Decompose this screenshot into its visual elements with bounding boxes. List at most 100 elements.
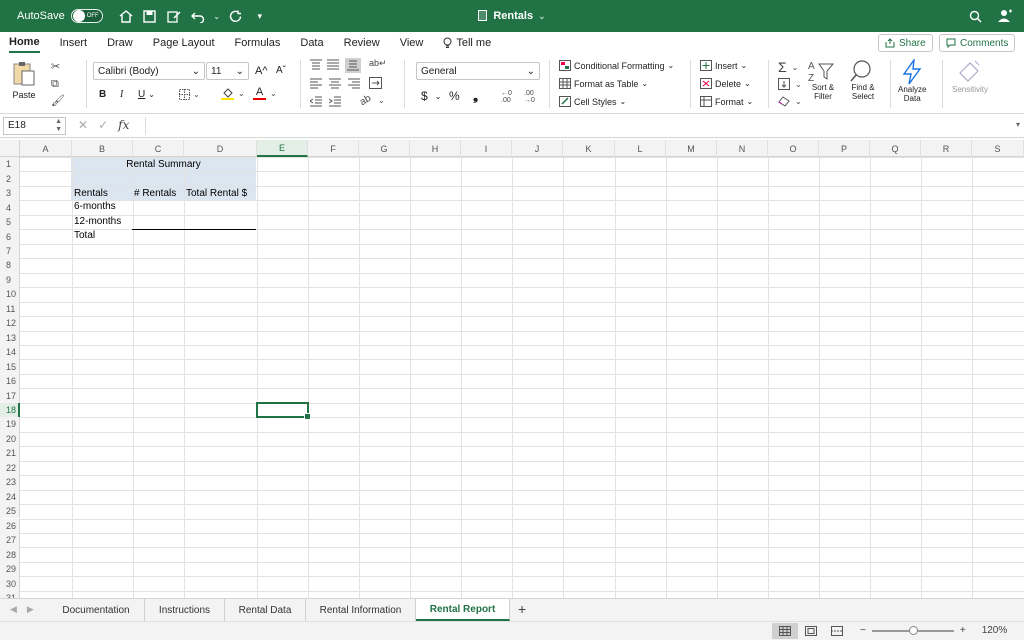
underline-button[interactable]: U ⌄	[138, 89, 155, 100]
row-header-25[interactable]: 25	[0, 504, 20, 519]
align-middle-icon[interactable]	[327, 59, 339, 70]
row-header-30[interactable]: 30	[0, 576, 20, 591]
zoom-out-icon[interactable]: −	[860, 625, 866, 636]
cell-c3-count[interactable]: # Rentals	[134, 188, 176, 199]
sheet-tab-instructions[interactable]: Instructions	[145, 599, 225, 621]
paste-button[interactable]: Paste	[10, 60, 38, 100]
save-icon[interactable]	[141, 7, 159, 25]
column-header-p[interactable]: P	[819, 140, 870, 157]
increase-decimal-icon[interactable]: ←0.00	[501, 90, 512, 104]
redo-icon[interactable]	[227, 7, 245, 25]
sheet-tab-rental-data[interactable]: Rental Data	[225, 599, 306, 621]
autosum-icon[interactable]: Σ ⌄	[778, 59, 798, 75]
column-header-h[interactable]: H	[410, 140, 461, 157]
row-header-5[interactable]: 5	[0, 214, 20, 230]
percent-button[interactable]: %	[449, 89, 460, 103]
cell-styles-button[interactable]: Cell Styles ⌄	[559, 96, 626, 107]
italic-button[interactable]: I	[120, 89, 123, 100]
fill-color-icon[interactable]	[221, 87, 234, 100]
orientation-icon[interactable]: ab	[358, 93, 373, 108]
row-header-29[interactable]: 29	[0, 561, 20, 577]
align-top-icon[interactable]	[310, 59, 322, 70]
row-header-3[interactable]: 3	[0, 185, 20, 201]
grow-font-button[interactable]: A^	[255, 65, 268, 77]
shrink-font-button[interactable]: Aˇ	[276, 65, 286, 76]
sensitivity-button[interactable]: Sensitivity	[952, 59, 988, 94]
chevron-down-icon[interactable]: ⌄	[378, 96, 385, 105]
row-header-19[interactable]: 19	[0, 417, 20, 432]
previous-sheet-icon[interactable]: ◀	[10, 604, 17, 615]
align-bottom-icon[interactable]	[345, 58, 361, 73]
tab-data[interactable]: Data	[300, 34, 323, 52]
row-header-12[interactable]: 12	[0, 316, 20, 331]
delete-cells-button[interactable]: Delete ⌄	[700, 78, 751, 89]
sheet-tab-documentation[interactable]: Documentation	[48, 599, 145, 621]
comments-button[interactable]: Comments	[939, 34, 1016, 52]
row-header-7[interactable]: 7	[0, 243, 20, 259]
decrease-decimal-icon[interactable]: .00 →0	[524, 90, 535, 104]
sort-filter-button[interactable]: AZ Sort & Filter	[808, 59, 838, 101]
column-header-r[interactable]: R	[921, 140, 972, 157]
clear-icon[interactable]: ⌄	[778, 96, 802, 107]
enter-check-icon[interactable]: ✓	[98, 118, 108, 132]
column-header-o[interactable]: O	[768, 140, 819, 157]
row-header-6[interactable]: 6	[0, 229, 20, 244]
row-header-8[interactable]: 8	[0, 258, 20, 273]
column-header-j[interactable]: J	[512, 140, 563, 157]
cell-b1-title[interactable]: Rental Summary	[71, 159, 256, 170]
cell-b5-12months[interactable]: 12-months	[74, 216, 121, 227]
row-header-18[interactable]: 18	[0, 402, 20, 418]
row-header-22[interactable]: 22	[0, 460, 20, 476]
chevron-down-icon[interactable]: ⌄	[270, 89, 277, 98]
autosave-toggle[interactable]: OFF	[70, 9, 103, 23]
chevron-down-icon[interactable]: ⌄	[238, 89, 245, 98]
number-format-select[interactable]: General ⌄	[416, 62, 540, 80]
column-header-k[interactable]: K	[563, 140, 615, 157]
row-header-14[interactable]: 14	[0, 344, 20, 360]
search-icon[interactable]	[966, 7, 984, 25]
cut-icon[interactable]: ✂	[51, 60, 60, 73]
borders-icon[interactable]: ⌄	[179, 89, 200, 100]
format-as-table-button[interactable]: Format as Table ⌄	[559, 78, 648, 89]
insert-function-button[interactable]: fx	[118, 118, 129, 132]
cancel-icon[interactable]: ✕	[78, 118, 88, 132]
format-painter-icon[interactable]: 🖌	[51, 94, 65, 107]
comma-style-button[interactable]: ❟	[473, 88, 478, 104]
row-header-4[interactable]: 4	[0, 200, 20, 215]
row-header-1[interactable]: 1	[0, 157, 20, 172]
row-header-15[interactable]: 15	[0, 359, 20, 374]
row-header-13[interactable]: 13	[0, 330, 20, 345]
wrap-text-icon[interactable]: ab↵	[369, 58, 387, 69]
tell-me[interactable]: Tell me	[443, 34, 491, 52]
column-header-i[interactable]: I	[461, 140, 512, 157]
conditional-formatting-button[interactable]: Conditional Formatting ⌄	[559, 60, 674, 71]
align-center-icon[interactable]	[329, 78, 341, 89]
cell-d3-total[interactable]: Total Rental $	[186, 188, 247, 199]
row-header-9[interactable]: 9	[0, 272, 20, 288]
zoom-in-icon[interactable]: +	[960, 625, 966, 636]
tab-formulas[interactable]: Formulas	[235, 34, 281, 52]
cell-b4-6months[interactable]: 6-months	[74, 201, 116, 212]
name-box[interactable]: E18 ▲ ▼	[3, 117, 66, 135]
account-icon[interactable]	[996, 7, 1014, 25]
tab-insert[interactable]: Insert	[60, 34, 88, 52]
cell-b6-total[interactable]: Total	[74, 230, 95, 241]
font-name-select[interactable]: Calibri (Body) ⌄	[93, 62, 205, 80]
column-header-l[interactable]: L	[615, 140, 666, 157]
bold-button[interactable]: B	[99, 89, 106, 100]
spreadsheet-grid[interactable]: ABCDEFGHIJKLMNOPQRS 1 2 3 4 5 6 7 8 9 10 11 12 13 14 1…	[0, 140, 1024, 598]
tab-page-layout[interactable]: Page Layout	[153, 34, 215, 52]
zoom-slider-thumb[interactable]	[908, 625, 918, 635]
column-header-s[interactable]: S	[972, 140, 1024, 157]
next-sheet-icon[interactable]: ▶	[27, 604, 34, 615]
row-header-16[interactable]: 16	[0, 373, 20, 389]
expand-formula-icon[interactable]: ▾	[1016, 120, 1020, 129]
analyze-data-button[interactable]: Analyze Data	[898, 59, 926, 103]
active-cell-e18[interactable]	[256, 401, 311, 421]
formula-input[interactable]	[145, 117, 1015, 135]
row-header-17[interactable]: 17	[0, 388, 20, 403]
name-box-stepper-icon[interactable]: ▲ ▼	[55, 118, 62, 134]
sheet-tab-rental-report[interactable]: Rental Report	[416, 599, 510, 621]
page-layout-view-icon[interactable]	[798, 623, 824, 639]
tab-review[interactable]: Review	[344, 34, 380, 52]
